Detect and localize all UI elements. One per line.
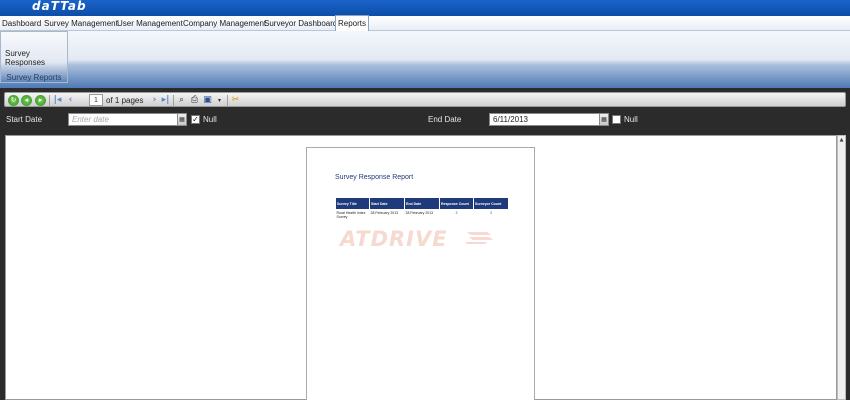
end-date-calendar-icon[interactable]: ▦ (599, 114, 608, 125)
menu-item-company-management[interactable]: Company Management (181, 16, 268, 31)
report-table: Survey Title Start Date End Date Respons… (335, 197, 509, 220)
report-page: Survey Response Report Survey Title Star… (306, 147, 535, 400)
table-cell: Rural Health Index Survey (336, 211, 366, 219)
survey-responses-button[interactable]: Survey Responses (5, 49, 67, 67)
start-null-label: Null (203, 115, 217, 124)
ribbon: Survey Responses Survey Reports (0, 31, 850, 88)
app-logo: daTTab (32, 0, 87, 13)
menu-item-survey-management[interactable]: Survey Management (42, 16, 120, 31)
last-page-icon[interactable]: ▸| (160, 95, 171, 106)
end-date-input[interactable]: 6/11/2013 (489, 113, 609, 126)
dropdown-icon[interactable]: ▾ (214, 95, 225, 106)
prev-page-icon[interactable]: ‹ (65, 95, 76, 106)
ribbon-group-label: Survey Reports (6, 73, 62, 82)
start-null-checkbox[interactable]: ✓ (191, 115, 200, 124)
ribbon-group-survey-reports: Survey Responses Survey Reports (0, 31, 68, 83)
report-title: Survey Response Report (335, 174, 414, 181)
back-icon[interactable]: ◂ (21, 95, 32, 106)
toolbar-separator (227, 95, 228, 106)
start-date-calendar-icon[interactable]: ▦ (177, 114, 186, 125)
toolbar-separator (173, 95, 174, 106)
scroll-up-icon[interactable]: ▲ (838, 136, 845, 144)
menu-item-user-management[interactable]: User Management (115, 16, 185, 31)
tools-icon[interactable]: ✂ (230, 95, 241, 106)
title-bar: daTTab (0, 0, 850, 16)
table-cell: 3 (455, 211, 458, 215)
end-date-label: End Date (428, 115, 462, 124)
end-null-checkbox[interactable] (612, 115, 621, 124)
menu-item-surveyor-dashboard[interactable]: Surveyor Dashboard (262, 16, 339, 31)
page-count-label: of 1 pages (106, 96, 144, 105)
toolbar-separator (49, 95, 50, 106)
zoom-icon[interactable]: ⌕ (176, 95, 187, 106)
column-header: Response Count (439, 197, 474, 210)
watermark-stripes-icon (465, 232, 493, 244)
viewer-toolbar: ↻ ◂ ▸ |◂ ‹ 1 of 1 pages › ▸| ⌕ ⎙ ▣ ▾ ✂ (4, 92, 846, 107)
save-icon[interactable]: ▣ (202, 95, 213, 106)
main-menu: Dashboard Survey Management User Managem… (0, 15, 850, 31)
vertical-scrollbar[interactable]: ▲ (837, 135, 846, 400)
print-icon[interactable]: ⎙ (189, 95, 200, 106)
table-cell: 28 February 2013 (405, 211, 434, 215)
first-page-icon[interactable]: |◂ (52, 95, 63, 106)
table-cell: 3 (490, 211, 492, 215)
next-page-icon[interactable]: › (149, 95, 160, 106)
column-header: Start Date (369, 197, 405, 210)
column-header: Survey Title (335, 197, 370, 210)
column-header: Surveyor Count (473, 197, 509, 210)
start-date-label: Start Date (6, 115, 43, 124)
page-number-input[interactable]: 1 (89, 94, 103, 106)
forward-icon[interactable]: ▸ (35, 95, 46, 106)
refresh-icon[interactable]: ↻ (8, 95, 19, 106)
end-null-label: Null (624, 115, 638, 124)
table-cell: 28 February 2013 (370, 211, 399, 215)
start-date-input[interactable]: Enter date (68, 113, 187, 126)
app-window: daTTab Dashboard Survey Management User … (0, 0, 850, 400)
menu-item-dashboard[interactable]: Dashboard (0, 16, 43, 31)
menu-item-reports[interactable]: Reports (335, 15, 370, 31)
column-header: End Date (404, 197, 440, 210)
report-table-header: Survey Title Start Date End Date Respons… (335, 197, 509, 210)
table-row: Rural Health Index Survey 28 February 20… (336, 210, 509, 221)
watermark-logo: ATDRIVE (340, 227, 448, 251)
